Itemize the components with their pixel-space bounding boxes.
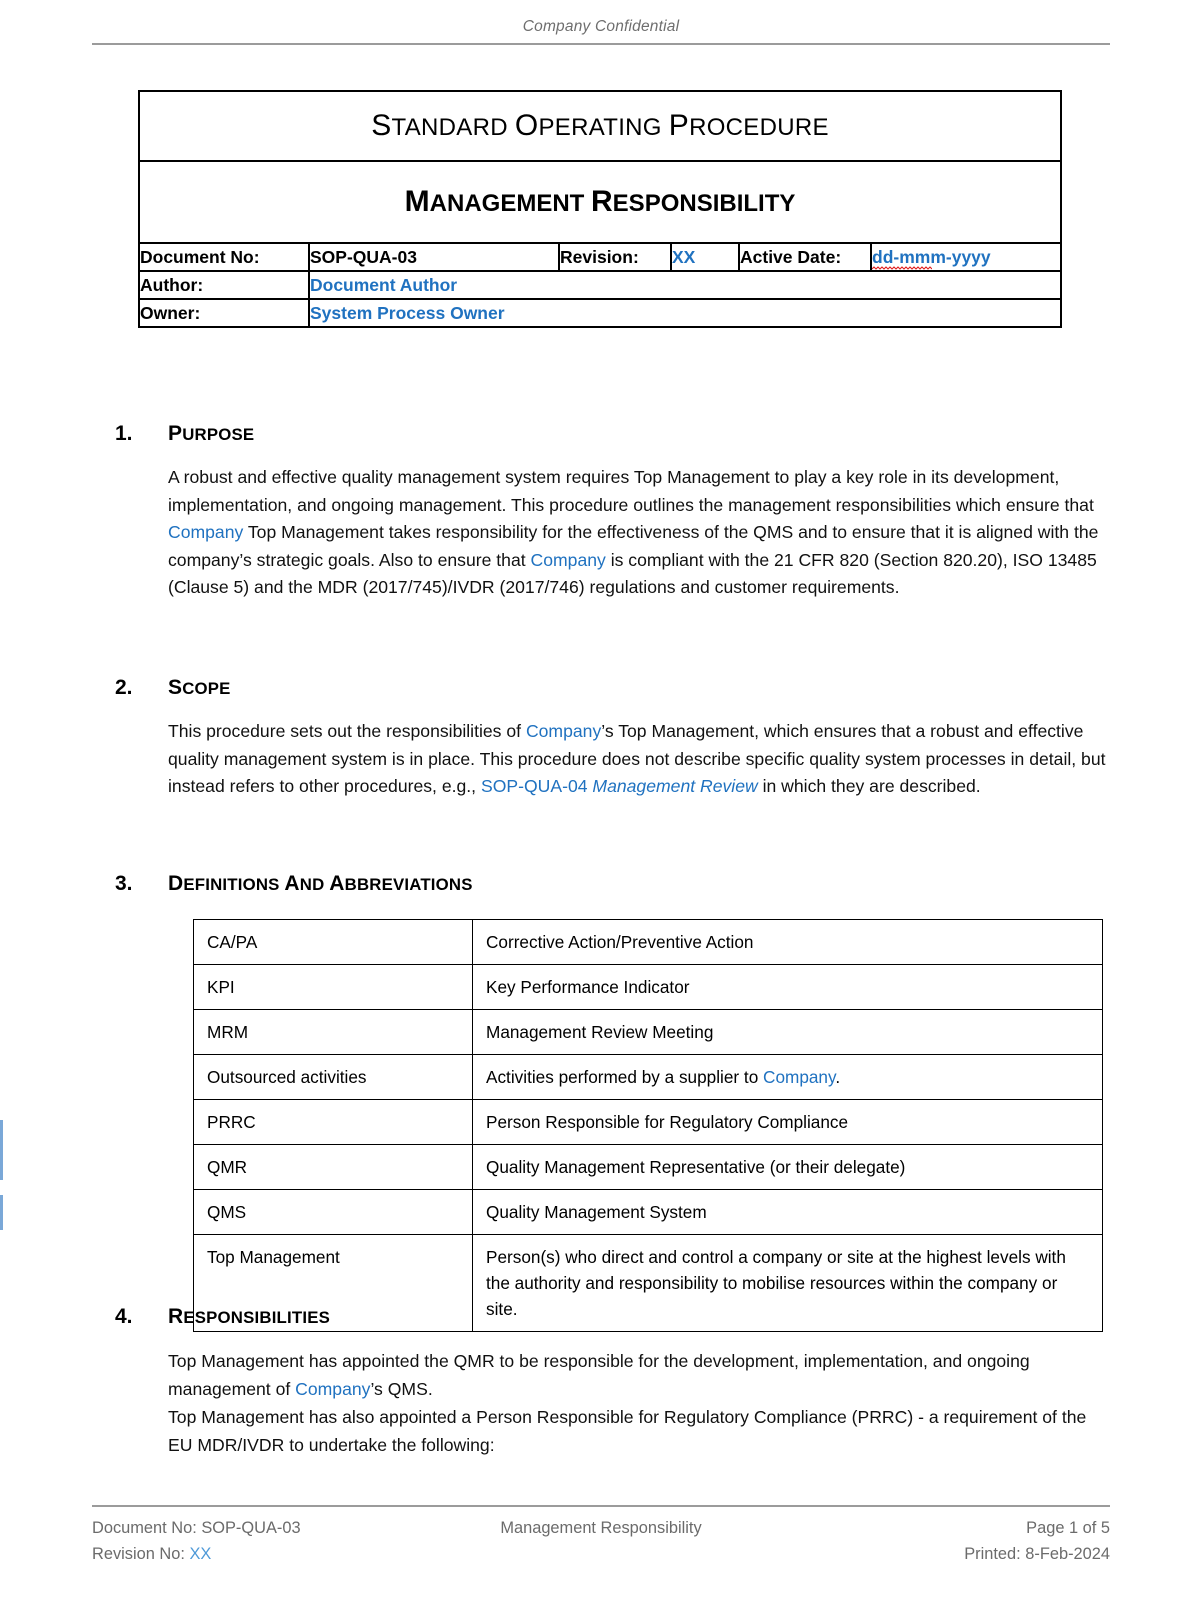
- definition-term: QMR: [193, 1144, 473, 1190]
- document-title-cell: Management Responsibility: [137, 160, 1063, 244]
- table-row: Outsourced activities Activities perform…: [193, 1054, 1103, 1100]
- section-4-number: 4.: [115, 1305, 133, 1328]
- company-placeholder[interactable]: Company: [531, 550, 606, 570]
- footer-page-indicator: Page 1 of 5: [1026, 1519, 1110, 1537]
- page-edge-artifact-lower: [0, 1195, 3, 1230]
- document-no-value: SOP-QUA-03: [308, 242, 560, 272]
- active-date-text-wrapper: dd-mmm-yyyy: [872, 246, 991, 270]
- section-1-body: A robust and effective quality managemen…: [168, 464, 1108, 602]
- definition-text: Quality Management System: [472, 1189, 1103, 1235]
- cross-reference-doc-number[interactable]: SOP-QUA-04: [481, 776, 588, 796]
- document-title-text: Management Responsibility: [404, 185, 796, 218]
- document-no-label: Document No:: [138, 242, 310, 272]
- table-row: CA/PA Corrective Action/Preventive Actio…: [193, 919, 1103, 965]
- footer-revision-label: Revision No:: [92, 1545, 190, 1563]
- footer-revision-value: XX: [189, 1545, 212, 1563]
- table-row: MRM Management Review Meeting: [193, 1009, 1103, 1055]
- section-2-title: Scope: [168, 676, 231, 699]
- definition-text: Person(s) who direct and control a compa…: [472, 1234, 1103, 1332]
- section-3-title: Definitions and Abbreviations: [168, 872, 473, 895]
- definition-term: Outsourced activities: [193, 1054, 473, 1100]
- table-row-doc-title: Management Responsibility: [137, 160, 1063, 244]
- definition-text-pre: Activities performed by a supplier to: [486, 1067, 764, 1087]
- definitions-table: CA/PA Corrective Action/Preventive Actio…: [193, 919, 1103, 1332]
- definition-term: KPI: [193, 964, 473, 1010]
- section-1-title: Purpose: [168, 422, 255, 445]
- table-row-owner: Owner: System Process Owner: [138, 298, 1063, 328]
- company-placeholder[interactable]: Company: [295, 1379, 370, 1399]
- active-date-label: Active Date:: [738, 242, 872, 272]
- section-4-paragraph-2: Top Management has also appointed a Pers…: [168, 1407, 1087, 1455]
- spellcheck-squiggle-icon: [872, 265, 932, 270]
- confidentiality-label: Company Confidential: [522, 18, 680, 35]
- table-row-doc-type: Standard Operating Procedure: [137, 90, 1063, 162]
- active-date-value[interactable]: dd-mmm-yyyy: [869, 242, 1063, 272]
- document-type-text: Standard Operating Procedure: [371, 109, 829, 142]
- definition-term: PRRC: [193, 1099, 473, 1145]
- definition-term: QMS: [193, 1189, 473, 1235]
- definition-text: Activities performed by a supplier to Co…: [472, 1054, 1103, 1100]
- table-row: QMR Quality Management Representative (o…: [193, 1144, 1103, 1190]
- page-footer: Document No: SOP-QUA-03 Management Respo…: [92, 1505, 1110, 1571]
- footer-center-title: Management Responsibility: [500, 1519, 702, 1537]
- author-label: Author:: [138, 270, 310, 300]
- company-placeholder[interactable]: Company: [168, 522, 243, 542]
- owner-value[interactable]: System Process Owner: [307, 298, 1063, 328]
- definition-term: CA/PA: [193, 919, 473, 965]
- definition-text: Key Performance Indicator: [472, 964, 1103, 1010]
- scope-text-part-1: This procedure sets out the responsibili…: [168, 721, 526, 741]
- section-1-number: 1.: [115, 422, 133, 445]
- page-edge-artifact-upper: [0, 1120, 3, 1180]
- revision-value[interactable]: XX: [670, 242, 740, 272]
- table-row: PRRC Person Responsible for Regulatory C…: [193, 1099, 1103, 1145]
- table-row-author: Author: Document Author: [138, 270, 1063, 300]
- table-row: KPI Key Performance Indicator: [193, 964, 1103, 1010]
- author-value[interactable]: Document Author: [307, 270, 1063, 300]
- section-4-title: Responsibilities: [168, 1305, 330, 1328]
- owner-label: Owner:: [138, 298, 310, 328]
- definition-text: Quality Management Representative (or th…: [472, 1144, 1103, 1190]
- definition-text: Management Review Meeting: [472, 1009, 1103, 1055]
- definition-text: Person Responsible for Regulatory Compli…: [472, 1099, 1103, 1145]
- section-2-number: 2.: [115, 676, 133, 699]
- responsibilities-text-post: ’s QMS.: [370, 1378, 433, 1399]
- cross-reference-doc-title[interactable]: Management Review: [592, 776, 757, 796]
- active-date-text: dd-mmm-yyyy: [872, 246, 991, 267]
- table-row: QMS Quality Management System: [193, 1189, 1103, 1235]
- section-2-body: This procedure sets out the responsibili…: [168, 718, 1108, 801]
- footer-revision-no: Revision No: XX: [92, 1541, 211, 1567]
- document-type-cell: Standard Operating Procedure: [137, 90, 1063, 162]
- page-header: Company Confidential: [92, 18, 1110, 45]
- purpose-text-part-1: A robust and effective quality managemen…: [168, 467, 1094, 515]
- table-row-document-no: Document No: SOP-QUA-03 Revision: XX Act…: [138, 242, 1063, 272]
- footer-printed-date: Printed: 8-Feb-2024: [964, 1545, 1110, 1563]
- header-divider: [92, 43, 1110, 45]
- document-title-table: Standard Operating Procedure Management …: [137, 90, 1063, 328]
- definition-text-post: .: [835, 1067, 841, 1087]
- footer-content: Document No: SOP-QUA-03 Management Respo…: [92, 1515, 1110, 1571]
- section-4-paragraph-1: Top Management has appointed the QMR to …: [168, 1348, 1088, 1403]
- definition-text: Corrective Action/Preventive Action: [472, 919, 1103, 965]
- definition-term: MRM: [193, 1009, 473, 1055]
- company-placeholder[interactable]: Company: [526, 721, 601, 741]
- revision-label: Revision:: [558, 242, 672, 272]
- company-placeholder[interactable]: Company: [763, 1067, 835, 1087]
- scope-text-part-3: in which they are described.: [757, 776, 981, 796]
- section-3-number: 3.: [115, 872, 133, 895]
- footer-divider: [92, 1505, 1110, 1507]
